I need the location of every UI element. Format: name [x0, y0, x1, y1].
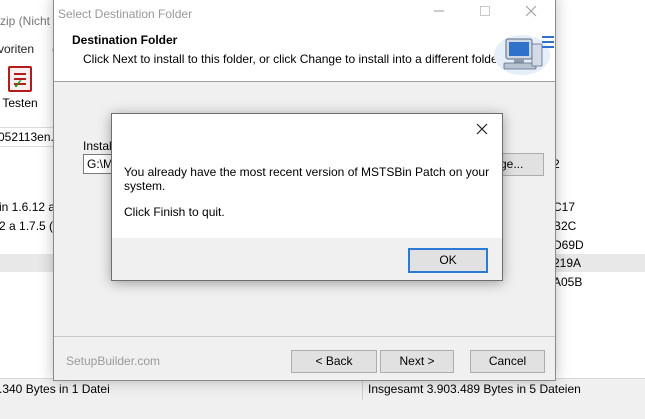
- column-header-right[interactable]: 2: [550, 155, 645, 173]
- install-folder-label: Install: [83, 139, 115, 153]
- message-content-area: You already have the most recent version…: [112, 114, 502, 238]
- list-cell-crc: B2C: [553, 219, 577, 233]
- change-button-label: ge...: [500, 157, 524, 171]
- minimize-button[interactable]: [416, 0, 462, 27]
- dialog-close-button[interactable]: [468, 118, 496, 140]
- back-button[interactable]: < Back: [291, 350, 377, 373]
- background-window-title: zip (Nicht: [0, 14, 51, 28]
- close-button[interactable]: [508, 0, 554, 27]
- install-path-text: G:\M: [87, 157, 113, 171]
- ok-button[interactable]: OK: [408, 248, 488, 273]
- maximize-button[interactable]: [462, 0, 508, 27]
- page-description: Click Next to install to this folder, or…: [83, 52, 505, 66]
- list-item[interactable]: 2 a 1.7.5 (e: [0, 217, 60, 235]
- list-cell-crc: D69D: [553, 238, 584, 252]
- maximize-icon: [480, 6, 490, 16]
- status-total: Insgesamt 3.903.489 Bytes in 5 Dateien: [368, 382, 581, 396]
- list-cell-crc: 219A: [550, 254, 645, 272]
- list-item-text: 2 a 1.7.5 (e: [0, 219, 60, 233]
- next-button[interactable]: Next >: [380, 350, 454, 373]
- archive-path-text: 052113en.z: [0, 130, 60, 144]
- installer-title: Select Destination Folder: [58, 7, 193, 21]
- close-icon: [476, 123, 488, 135]
- list-item-text: in 1.6.12 a: [0, 200, 56, 214]
- background-menu-favorites[interactable]: voriten: [0, 42, 34, 56]
- test-toolbar-label: Testen: [2, 96, 38, 110]
- brand-label: SetupBuilder.com: [66, 354, 161, 368]
- list-item[interactable]: in 1.6.12 a: [0, 198, 60, 216]
- archive-path-field[interactable]: 052113en.z: [0, 127, 60, 147]
- test-checklist-icon: ✓: [8, 66, 32, 92]
- message-text: You already have the most recent version…: [124, 165, 490, 193]
- test-toolbar-button[interactable]: ✓ Testen: [2, 64, 38, 120]
- list-item-selected[interactable]: [0, 254, 60, 272]
- status-selection: .340 Bytes in 1 Datei: [0, 382, 110, 396]
- computer-icon: [494, 35, 554, 75]
- status-divider: [362, 379, 363, 401]
- installer-header: Destination Folder Click Next to install…: [54, 29, 555, 82]
- cancel-button[interactable]: Cancel: [470, 350, 545, 373]
- close-icon: [525, 5, 537, 17]
- list-cell-crc: A05B: [553, 275, 583, 289]
- minimize-icon: [434, 10, 444, 12]
- horizontal-scrollbar[interactable]: [0, 400, 645, 419]
- message-dialog: You already have the most recent version…: [111, 113, 503, 281]
- status-bar: .340 Bytes in 1 Datei Insgesamt 3.903.48…: [0, 378, 645, 401]
- footer-divider: [54, 336, 555, 337]
- message-instruction: Click Finish to quit.: [124, 205, 225, 219]
- page-title: Destination Folder: [72, 33, 178, 47]
- installer-titlebar[interactable]: Select Destination Folder: [54, 0, 555, 29]
- list-cell-crc: C17: [553, 200, 576, 214]
